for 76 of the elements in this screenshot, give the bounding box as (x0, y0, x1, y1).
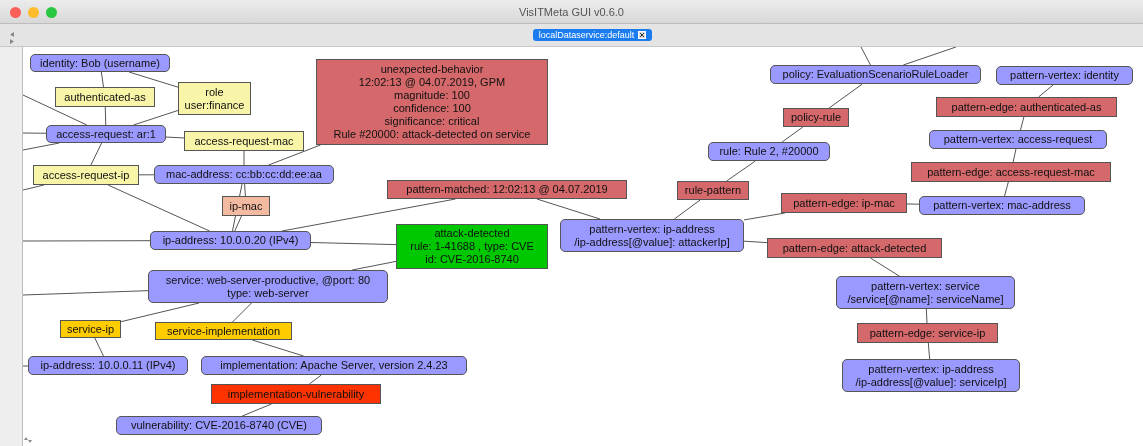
connector-line (743, 240, 768, 244)
graph-node[interactable]: unexpected-behavior 12:02:13 @ 04.07.2019, GPM magnitude: 100 confidence: 100 significance: critical Rule #20000: attack-detected on service (316, 59, 548, 145)
connector-line (351, 260, 397, 271)
graph-node[interactable]: pattern-edge: attack-detected (767, 238, 942, 258)
connector-line (138, 174, 155, 176)
connector-line (100, 71, 105, 88)
connector-line (1012, 148, 1017, 163)
connector-line (781, 126, 804, 143)
graph-node[interactable]: policy: EvaluationScenarioRuleLoader (770, 65, 981, 84)
connector-line (251, 339, 305, 357)
connector-line (243, 150, 245, 166)
graph-node[interactable]: mac-address: cc:bb:cc:dd:ee:aa (154, 165, 334, 184)
connector-line (165, 136, 185, 139)
graph-node[interactable]: pattern-edge: service-ip (857, 323, 998, 343)
connector-line (23, 132, 47, 134)
graph-node[interactable]: pattern-edge: authenticated-as (936, 97, 1117, 117)
connector-line (536, 198, 601, 220)
graph-node[interactable]: ip-address: 10.0.0.11 (IPv4) (28, 356, 188, 375)
close-button[interactable] (10, 7, 21, 18)
zoom-button[interactable] (46, 7, 57, 18)
connector-line (743, 212, 786, 221)
tab[interactable]: localDataservice:default (532, 29, 653, 41)
graph-node[interactable]: rule: Rule 2, #20000 (708, 142, 830, 161)
graph-node[interactable]: service-implementation (155, 322, 292, 340)
graph-node[interactable]: implementation: Apache Server, version 2.4.23 (201, 356, 467, 375)
graph-node[interactable]: pattern-vertex: mac-address (919, 196, 1085, 215)
graph-node[interactable]: role user:finance (178, 82, 251, 115)
connector-line (133, 109, 179, 126)
connector-line (1004, 181, 1009, 197)
connector-line (23, 184, 45, 191)
graph-node[interactable]: policy-rule (783, 108, 849, 127)
connector-line (90, 142, 103, 166)
connector-line (241, 403, 273, 417)
graph-node[interactable]: access-request: ar:1 (46, 125, 166, 143)
graph-node[interactable]: access-request-mac (184, 131, 304, 151)
graph-node[interactable]: pattern-vertex: service /service[@name]: serviceName] (836, 276, 1015, 309)
graph-node[interactable]: ip-address: 10.0.0.20 (IPv4) (150, 231, 311, 250)
connector-line (104, 106, 107, 126)
graph-node[interactable]: pattern-matched: 12:02:13 @ 04.07.2019 (387, 180, 627, 199)
graph-node[interactable]: identity: Bob (username) (30, 54, 170, 72)
close-icon[interactable] (638, 31, 647, 39)
connector-line (902, 47, 957, 66)
connector-line (23, 365, 29, 367)
graph-node[interactable]: authenticated-as (55, 87, 155, 107)
scroll-arrows-icon[interactable] (23, 436, 33, 444)
graph-node[interactable]: pattern-edge: ip-mac (781, 193, 907, 213)
connector-line (906, 203, 920, 205)
expand-arrows-icon[interactable] (9, 31, 15, 45)
window-title: VisITMeta GUI v0.6.0 (519, 5, 624, 18)
graph-node[interactable]: service-ip (60, 320, 121, 338)
connector-line (308, 374, 322, 385)
graph-node[interactable]: pattern-vertex: access-request (929, 130, 1107, 149)
connector-line (673, 199, 701, 220)
connector-line (232, 302, 252, 323)
connector-line (869, 257, 900, 277)
graph-node[interactable]: implementation-vulnerability (211, 384, 381, 404)
graph-node[interactable]: service: web-server-productive, @port: 80 type: web-server (148, 270, 388, 303)
connector-line (860, 47, 871, 66)
connector-line (128, 71, 179, 88)
connector-line (828, 83, 863, 109)
graph-node[interactable]: access-request-ip (33, 165, 139, 185)
connector-line (23, 142, 60, 151)
graph-node[interactable]: rule-pattern (677, 181, 749, 200)
graph-node[interactable]: ip-mac (222, 196, 270, 216)
connector-line (1020, 116, 1025, 131)
graph-node[interactable]: vulnerability: CVE-2016-8740 (CVE) (116, 416, 322, 435)
graph-node[interactable]: attack-detected rule: 1-41688 , type: CVE id: CVE-2016-8740 (396, 224, 548, 269)
graph-node[interactable]: pattern-edge: access-request-mac (911, 162, 1111, 182)
connector-line (927, 342, 931, 360)
connector-line (1038, 84, 1054, 98)
graph-node[interactable]: pattern-vertex: identity (996, 66, 1133, 85)
graph-node[interactable]: pattern-vertex: ip-address /ip-address[@value]: serviceIp] (842, 359, 1020, 392)
connector-line (925, 308, 928, 324)
connector-line (94, 337, 104, 357)
connector-line (726, 160, 756, 182)
graph-node[interactable]: pattern-vertex: ip-address /ip-address[@value]: attackerIp] (560, 219, 744, 252)
